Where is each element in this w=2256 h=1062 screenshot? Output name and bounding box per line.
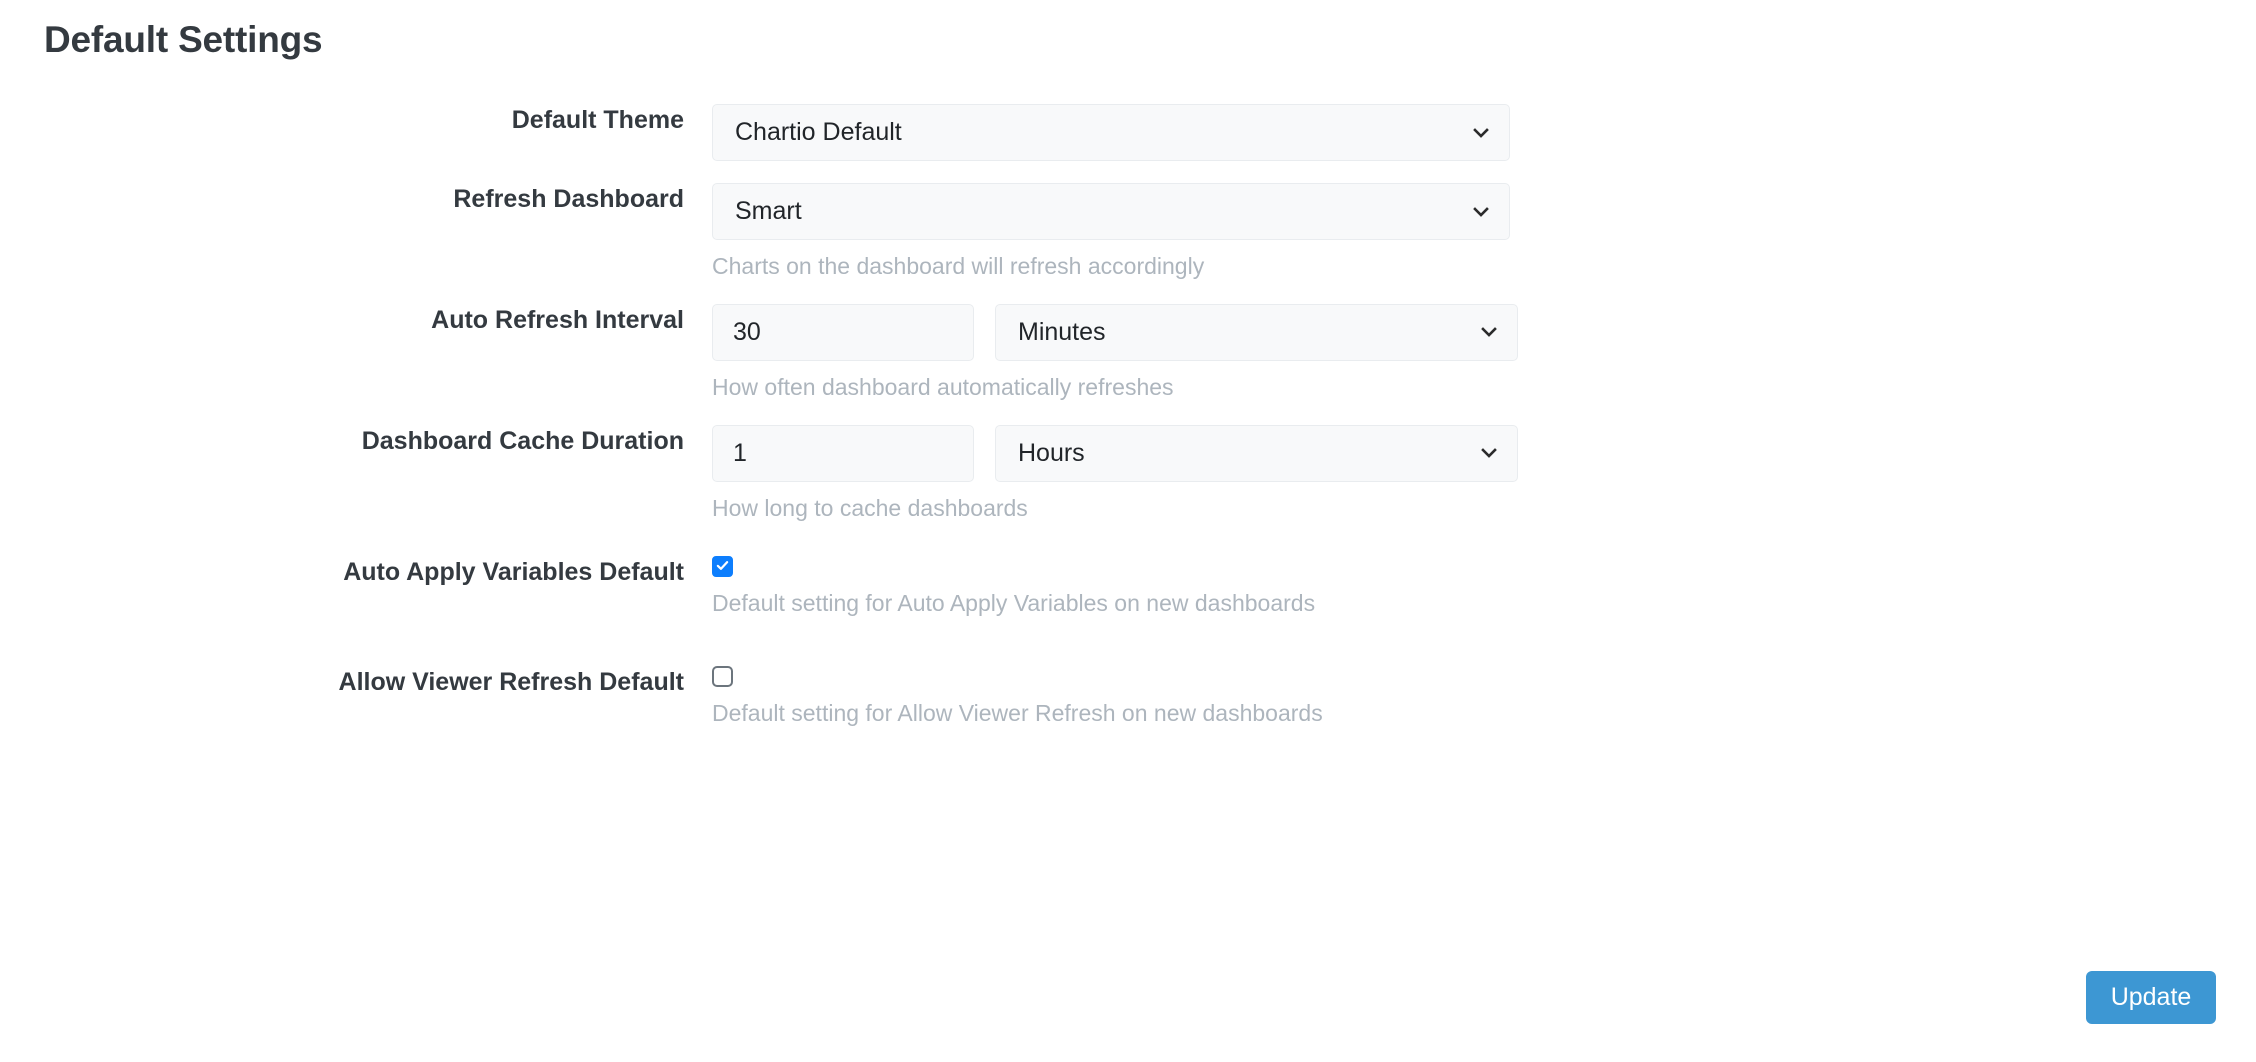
update-button[interactable]: Update <box>2086 971 2216 1024</box>
control-line-default-theme: Chartio Default <box>712 104 1600 161</box>
help-auto-apply-variables-default: Default setting for Auto Apply Variables… <box>712 589 1316 616</box>
default-theme-select-wrap[interactable]: Chartio Default <box>712 104 1510 161</box>
label-allow-viewer-refresh-default: Allow Viewer Refresh Default <box>338 667 684 696</box>
label-refresh-dashboard: Refresh Dashboard <box>453 185 684 213</box>
control-auto-apply-variables-default: Default setting for Auto Apply Variables… <box>712 555 1600 619</box>
help-refresh-dashboard: Charts on the dashboard will refresh acc… <box>712 253 1205 279</box>
row-refresh-dashboard: Refresh Dashboard Smart Charts on the da… <box>0 183 1600 282</box>
control-allow-viewer-refresh-default: Default setting for Allow Viewer Refresh… <box>712 665 1600 729</box>
help-allow-viewer-refresh-default: Default setting for Allow Viewer Refresh… <box>712 699 1323 726</box>
dashboard-cache-duration-unit-select[interactable]: Hours <box>995 424 1518 482</box>
default-settings-form: Default Theme Chartio Default Refresh Da… <box>0 104 1600 728</box>
control-default-theme: Chartio Default <box>712 104 1600 161</box>
label-auto-refresh-interval: Auto Refresh Interval <box>431 305 684 334</box>
control-dashboard-cache-duration: Hours How long to cache dashboards <box>712 424 1600 524</box>
control-line-auto-apply-variables-default <box>712 555 1600 577</box>
auto-refresh-interval-unit-select[interactable]: Minutes <box>995 303 1518 361</box>
page-title: Default Settings <box>44 19 323 60</box>
row-auto-apply-variables-default: Auto Apply Variables Default Default set… <box>0 555 1600 619</box>
auto-refresh-interval-input[interactable] <box>712 303 974 361</box>
control-line-allow-viewer-refresh-default <box>712 665 1600 687</box>
row-allow-viewer-refresh-default: Allow Viewer Refresh Default Default set… <box>0 665 1600 729</box>
default-theme-select[interactable]: Chartio Default <box>712 104 1510 161</box>
control-auto-refresh-interval: Minutes How often dashboard automaticall… <box>712 303 1600 403</box>
label-auto-apply-variables-default: Auto Apply Variables Default <box>343 557 684 586</box>
control-line-refresh-dashboard: Smart <box>712 183 1600 240</box>
check-icon <box>716 560 729 570</box>
refresh-dashboard-select[interactable]: Smart <box>712 183 1510 240</box>
dashboard-cache-duration-unit-select-wrap[interactable]: Hours <box>995 424 1518 482</box>
auto-apply-variables-default-checkbox[interactable] <box>712 555 733 577</box>
help-auto-refresh-interval: How often dashboard automatically refres… <box>712 373 1174 400</box>
control-line-dashboard-cache-duration: Hours <box>712 424 1600 482</box>
label-dashboard-cache-duration: Dashboard Cache Duration <box>361 426 684 455</box>
control-line-auto-refresh-interval: Minutes <box>712 303 1600 361</box>
row-default-theme: Default Theme Chartio Default <box>0 104 1600 161</box>
control-refresh-dashboard: Smart Charts on the dashboard will refre… <box>712 183 1600 282</box>
allow-viewer-refresh-default-checkbox[interactable] <box>712 665 733 687</box>
auto-refresh-interval-unit-select-wrap[interactable]: Minutes <box>995 303 1518 361</box>
refresh-dashboard-select-wrap[interactable]: Smart <box>712 183 1510 240</box>
label-default-theme: Default Theme <box>511 106 684 134</box>
help-dashboard-cache-duration: How long to cache dashboards <box>712 494 1028 521</box>
row-dashboard-cache-duration: Dashboard Cache Duration Hours How lon <box>0 424 1600 524</box>
dashboard-cache-duration-input[interactable] <box>712 424 974 482</box>
row-auto-refresh-interval: Auto Refresh Interval Minutes How ofte <box>0 303 1600 403</box>
default-settings-page: Default Settings Default Theme Chartio D… <box>0 0 2256 1062</box>
